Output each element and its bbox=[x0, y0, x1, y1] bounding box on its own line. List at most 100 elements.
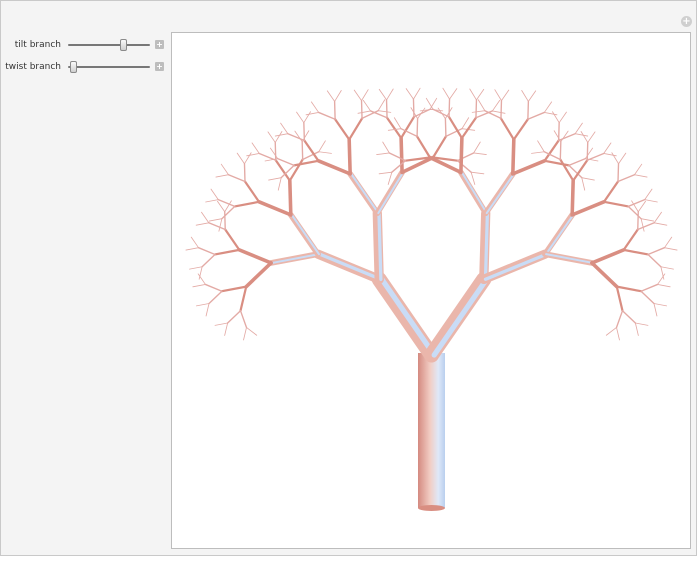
tree-branch bbox=[618, 152, 627, 165]
tree-branch bbox=[334, 90, 342, 102]
panel-options-plus-icon[interactable]: + bbox=[681, 16, 692, 27]
tree-branch bbox=[274, 133, 289, 137]
tree-branch bbox=[213, 248, 241, 256]
tree-branch bbox=[557, 133, 576, 142]
tree-branch bbox=[220, 285, 248, 293]
tree-branch bbox=[274, 141, 277, 161]
tree-branch bbox=[218, 218, 223, 232]
tree-branch bbox=[201, 253, 216, 268]
tree-branch bbox=[317, 111, 336, 120]
tree-branch bbox=[268, 177, 282, 181]
twist-branch-slider[interactable] bbox=[68, 61, 150, 73]
tree-branch bbox=[226, 310, 242, 324]
tree-branch bbox=[236, 152, 245, 165]
tree-branch bbox=[581, 177, 595, 181]
tree-branch bbox=[303, 121, 306, 142]
tree-branch bbox=[288, 158, 304, 182]
tree-branch bbox=[473, 141, 481, 154]
tree-branch bbox=[444, 117, 447, 138]
tree-branch bbox=[415, 135, 432, 159]
tree-branch-highlight bbox=[377, 211, 383, 281]
tree-branch bbox=[274, 131, 283, 143]
tree-branch bbox=[500, 99, 503, 120]
tree-branch bbox=[210, 188, 219, 201]
tree-branch bbox=[239, 285, 248, 312]
tree-branch bbox=[637, 211, 639, 231]
tree-branch bbox=[644, 199, 658, 203]
tree-branch bbox=[243, 327, 247, 341]
tree-branch bbox=[205, 303, 210, 317]
tree-branch bbox=[257, 200, 293, 217]
tree-branch bbox=[399, 136, 404, 175]
tree-branch bbox=[602, 200, 630, 208]
tilt-branch-expand-icon[interactable]: + bbox=[155, 40, 164, 49]
tree-branch bbox=[246, 327, 258, 336]
tree-branch bbox=[377, 110, 392, 113]
tree-branch bbox=[195, 222, 210, 226]
tree-branch bbox=[382, 141, 390, 154]
tree-branch bbox=[615, 285, 624, 312]
tree-branch bbox=[647, 246, 666, 256]
tree-branch bbox=[461, 117, 470, 130]
tree-branch bbox=[584, 147, 594, 160]
tree-branch bbox=[244, 152, 252, 165]
tree-branch bbox=[386, 88, 394, 101]
tree-branch bbox=[511, 159, 547, 176]
tilt-branch-label: tilt branch bbox=[14, 40, 61, 50]
tree-branch bbox=[267, 131, 276, 143]
tree-branch bbox=[459, 136, 464, 175]
tree-branch bbox=[653, 303, 667, 307]
tree-branch bbox=[448, 98, 451, 118]
tilt-branch-slider-thumb[interactable] bbox=[119, 39, 127, 51]
tree-branch bbox=[586, 152, 605, 161]
tree-branch bbox=[296, 111, 305, 124]
tree-branch bbox=[227, 174, 246, 183]
tree-branch bbox=[357, 110, 372, 114]
tree-branch-highlight bbox=[377, 171, 405, 215]
tree-branch bbox=[603, 153, 617, 157]
tree-branch bbox=[611, 152, 619, 165]
tree-branch bbox=[553, 130, 562, 143]
tree-branch bbox=[185, 247, 199, 251]
tree-branch bbox=[449, 88, 458, 100]
tree-branch bbox=[417, 107, 426, 120]
tree-branch bbox=[326, 90, 336, 102]
tree-branch-highlight bbox=[483, 211, 490, 281]
tree-branch bbox=[377, 99, 386, 112]
tree-branch bbox=[215, 174, 229, 178]
graphics-canvas[interactable] bbox=[171, 32, 691, 549]
tree-branch bbox=[196, 303, 210, 307]
tree-branch bbox=[224, 211, 226, 231]
tree-branch bbox=[287, 133, 306, 142]
tree-branch bbox=[494, 89, 502, 102]
tree-branch bbox=[657, 284, 671, 288]
tree-branch bbox=[189, 266, 203, 270]
twist-branch-expand-icon[interactable]: + bbox=[155, 62, 164, 71]
tree-branch bbox=[653, 303, 658, 317]
tree-branch bbox=[568, 157, 587, 167]
tilt-branch-slider[interactable] bbox=[68, 39, 150, 51]
tree-branch bbox=[251, 142, 260, 154]
tree-branch bbox=[634, 322, 649, 326]
tree-branch bbox=[491, 110, 506, 114]
tree-branch bbox=[269, 147, 279, 160]
tree-branch bbox=[334, 118, 351, 141]
tree-branch bbox=[476, 88, 485, 101]
tree-branch bbox=[653, 211, 662, 224]
tree-branch bbox=[615, 310, 624, 329]
tree-branch bbox=[460, 116, 478, 140]
tree-branch bbox=[288, 178, 293, 217]
tree-branch bbox=[574, 133, 589, 137]
tree-branch bbox=[615, 285, 643, 293]
tree-branch bbox=[303, 111, 311, 124]
twist-branch-slider-thumb[interactable] bbox=[69, 61, 77, 73]
tree-branch bbox=[581, 177, 586, 191]
tree-branch-highlight bbox=[485, 172, 515, 215]
tree-trunk bbox=[418, 353, 445, 508]
tree-branch bbox=[201, 211, 210, 224]
tree-branch bbox=[405, 88, 414, 100]
tree-branch bbox=[378, 171, 393, 175]
tree-branch bbox=[393, 117, 402, 130]
tree-branch bbox=[217, 200, 226, 213]
tree-branch bbox=[442, 87, 450, 100]
